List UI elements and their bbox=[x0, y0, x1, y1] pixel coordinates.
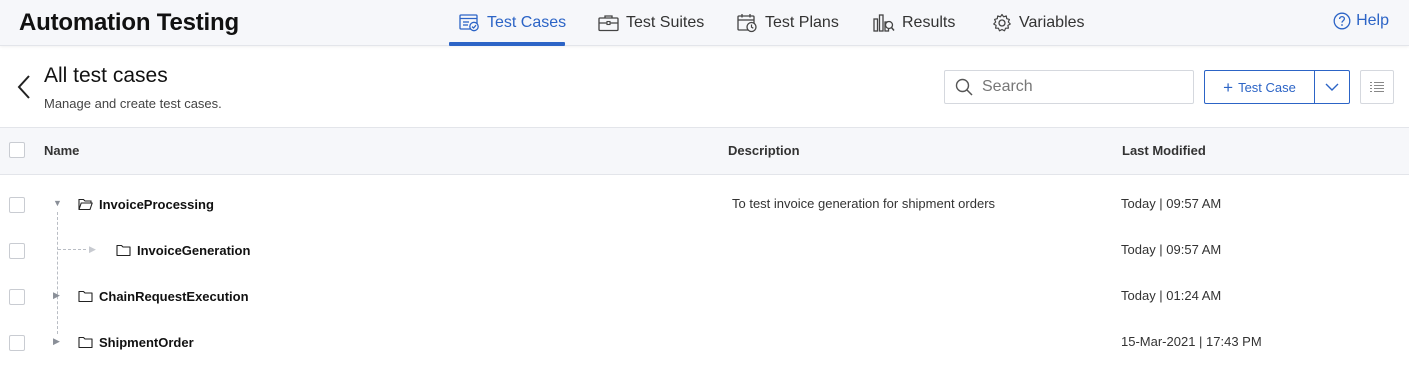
chevron-down-icon bbox=[1325, 83, 1339, 91]
search-box[interactable] bbox=[944, 70, 1194, 104]
row-last-modified: Today | 09:57 AM bbox=[1121, 196, 1222, 211]
folder-icon bbox=[116, 244, 131, 256]
folder-icon bbox=[78, 336, 93, 348]
table-row[interactable]: ▶ InvoiceGeneration Today | 09:57 AM bbox=[0, 227, 1409, 273]
results-icon bbox=[873, 14, 895, 32]
column-header-name[interactable]: Name bbox=[44, 143, 79, 158]
table-row[interactable]: ▶ ShipmentOrder 15-Mar-2021 | 17:43 PM bbox=[0, 319, 1409, 365]
tab-variables[interactable]: Variables bbox=[992, 0, 1085, 46]
table-header: Name Description Last Modified bbox=[0, 127, 1409, 175]
tab-label: Test Plans bbox=[765, 14, 839, 31]
gear-icon bbox=[993, 13, 1011, 32]
top-bar: Automation Testing Test Cases Test Suite… bbox=[0, 0, 1409, 46]
row-name-label: InvoiceGeneration bbox=[137, 242, 251, 258]
active-tab-indicator bbox=[449, 42, 565, 46]
help-label: Help bbox=[1356, 12, 1389, 29]
expand-toggle-icon[interactable]: ▶ bbox=[53, 290, 60, 301]
row-name[interactable]: ChainRequestExecution bbox=[78, 273, 249, 319]
row-checkbox[interactable] bbox=[9, 243, 25, 259]
tab-test-plans[interactable]: Test Plans bbox=[737, 0, 839, 46]
search-icon bbox=[955, 78, 973, 96]
page-subtitle: Manage and create test cases. bbox=[44, 96, 222, 111]
chevron-left-icon bbox=[17, 75, 30, 99]
list-icon bbox=[1370, 82, 1384, 92]
add-test-case-label: Test Case bbox=[1238, 79, 1296, 95]
help-icon bbox=[1333, 12, 1351, 30]
search-input[interactable] bbox=[982, 78, 1172, 96]
add-options-dropdown[interactable] bbox=[1314, 70, 1350, 104]
column-header-description[interactable]: Description bbox=[728, 143, 800, 158]
column-header-last-modified[interactable]: Last Modified bbox=[1122, 143, 1206, 158]
row-last-modified: 15-Mar-2021 | 17:43 PM bbox=[1121, 334, 1262, 349]
list-view-button[interactable] bbox=[1360, 70, 1394, 104]
test-cases-icon bbox=[459, 14, 479, 32]
tab-label: Variables bbox=[1019, 14, 1085, 31]
tab-test-cases[interactable]: Test Cases bbox=[459, 0, 566, 46]
row-checkbox[interactable] bbox=[9, 197, 25, 213]
tab-label: Test Cases bbox=[487, 14, 567, 31]
table-row[interactable]: ▼ InvoiceProcessing To test invoice gene… bbox=[0, 181, 1409, 227]
expand-toggle-icon[interactable]: ▶ bbox=[89, 244, 96, 255]
briefcase-icon bbox=[598, 15, 619, 32]
collapse-toggle-icon[interactable]: ▼ bbox=[53, 198, 62, 208]
row-last-modified: Today | 01:24 AM bbox=[1121, 288, 1222, 303]
row-name-label: ShipmentOrder bbox=[99, 334, 194, 350]
row-checkbox[interactable] bbox=[9, 289, 25, 305]
tab-label: Results bbox=[902, 14, 956, 31]
help-link[interactable]: Help bbox=[1333, 12, 1389, 30]
app-title: Automation Testing bbox=[19, 9, 239, 36]
row-name[interactable]: ShipmentOrder bbox=[78, 319, 194, 365]
row-name[interactable]: InvoiceProcessing bbox=[78, 181, 214, 227]
row-name[interactable]: InvoiceGeneration bbox=[116, 227, 250, 273]
expand-toggle-icon[interactable]: ▶ bbox=[53, 336, 60, 347]
select-all-checkbox[interactable] bbox=[9, 142, 25, 158]
row-name-label: InvoiceProcessing bbox=[99, 196, 214, 212]
row-last-modified: Today | 09:57 AM bbox=[1121, 242, 1222, 257]
back-button[interactable] bbox=[16, 74, 34, 100]
tab-label: Test Suites bbox=[626, 14, 705, 31]
folder-icon bbox=[78, 290, 93, 302]
tab-results[interactable]: Results bbox=[873, 0, 955, 46]
row-checkbox[interactable] bbox=[9, 335, 25, 351]
plus-icon: + bbox=[1223, 77, 1234, 97]
calendar-clock-icon bbox=[737, 14, 757, 33]
page-title: All test cases bbox=[44, 64, 168, 87]
row-description: To test invoice generation for shipment … bbox=[732, 196, 996, 211]
row-name-label: ChainRequestExecution bbox=[99, 288, 249, 304]
table-row[interactable]: ▶ ChainRequestExecution Today | 01:24 AM bbox=[0, 273, 1409, 319]
tab-test-suites[interactable]: Test Suites bbox=[598, 0, 704, 46]
add-test-case-button[interactable]: + Test Case bbox=[1204, 70, 1315, 104]
folder-open-icon bbox=[78, 198, 93, 210]
